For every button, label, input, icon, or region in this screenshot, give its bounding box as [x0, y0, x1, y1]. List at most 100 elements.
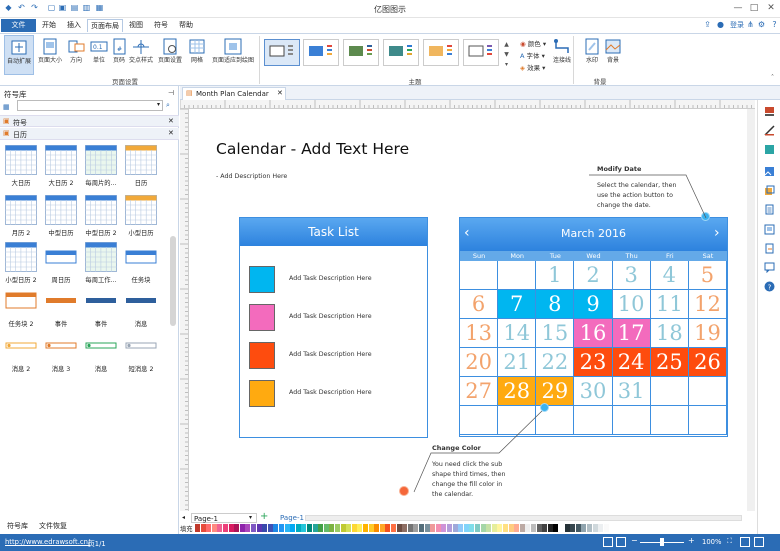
- document-tab[interactable]: ▤ Month Plan Calendar ✕: [182, 87, 286, 100]
- color-swatch[interactable]: [547, 524, 553, 532]
- image-tool-icon[interactable]: [764, 166, 775, 177]
- library-pin-icon[interactable]: ⊣: [168, 89, 174, 97]
- maximize-icon[interactable]: □: [747, 2, 761, 14]
- color-swatch[interactable]: [357, 524, 363, 532]
- color-swatch[interactable]: [441, 524, 447, 532]
- calendar-day-cell[interactable]: 17: [612, 319, 651, 348]
- color-swatch[interactable]: [211, 524, 217, 532]
- calendar-day-cell[interactable]: 2: [574, 261, 613, 290]
- color-swatch[interactable]: [363, 524, 368, 532]
- color-swatch[interactable]: [458, 524, 464, 532]
- theme-5[interactable]: [423, 39, 459, 66]
- task-list-item[interactable]: Add Task Description Here: [240, 266, 425, 293]
- minimize-icon[interactable]: —: [731, 2, 745, 14]
- color-swatch[interactable]: [452, 524, 458, 532]
- color-swatch[interactable]: [402, 524, 408, 532]
- color-swatch[interactable]: [430, 524, 436, 532]
- color-swatch[interactable]: [335, 524, 340, 532]
- calendar-day-cell[interactable]: [460, 261, 499, 290]
- color-swatch[interactable]: [340, 524, 346, 532]
- calendar-day-cell[interactable]: 21: [498, 348, 537, 377]
- calendar-day-cell[interactable]: 30: [574, 377, 613, 406]
- calendar-day-cell[interactable]: [498, 261, 537, 290]
- colors-dropdown[interactable]: ◉ 颜色 ▾: [520, 38, 546, 48]
- close-section-icon[interactable]: ✕: [168, 129, 174, 137]
- view-normal-icon[interactable]: [603, 537, 613, 547]
- symbol-item[interactable]: 月历 2: [1, 195, 41, 237]
- task-description[interactable]: Add Task Description Here: [289, 351, 372, 358]
- color-swatch[interactable]: [413, 524, 419, 532]
- color-swatch[interactable]: [379, 524, 385, 532]
- color-swatch[interactable]: [559, 524, 564, 532]
- task-list-item[interactable]: Add Task Description Here: [240, 380, 425, 407]
- color-swatch[interactable]: [295, 524, 301, 532]
- symbol-item[interactable]: 大日历 2: [41, 145, 81, 187]
- calendar-day-cell[interactable]: 22: [536, 348, 575, 377]
- calendar-day-cell[interactable]: 5: [688, 261, 728, 290]
- color-swatch[interactable]: [217, 524, 223, 532]
- color-swatch[interactable]: [475, 524, 480, 532]
- color-swatch[interactable]: [463, 524, 469, 532]
- theme-4[interactable]: [383, 39, 419, 66]
- calendar-day-cell[interactable]: 19: [688, 319, 728, 348]
- canvas-horizontal-scrollbar[interactable]: [305, 515, 742, 521]
- color-marker-handle[interactable]: [399, 486, 409, 496]
- zoom-out-icon[interactable]: −: [631, 536, 638, 545]
- task-list-item[interactable]: Add Task Description Here: [240, 304, 425, 331]
- color-swatch[interactable]: [385, 524, 391, 532]
- color-swatch[interactable]: [497, 524, 503, 532]
- calendar-day-cell[interactable]: 26: [688, 348, 728, 377]
- page-setup-button[interactable]: 页面设置: [155, 35, 185, 75]
- calendar-day-cell[interactable]: [650, 377, 689, 406]
- color-swatch[interactable]: [435, 524, 441, 532]
- calendar-day-cell[interactable]: [612, 406, 651, 435]
- color-swatch[interactable]: [267, 524, 273, 532]
- menu-file[interactable]: 文件: [1, 19, 36, 32]
- login-link[interactable]: 登录: [728, 19, 746, 32]
- zoom-in-icon[interactable]: +: [688, 536, 695, 545]
- fill-tool-icon[interactable]: [764, 106, 775, 117]
- color-swatch[interactable]: [284, 524, 290, 532]
- color-swatch[interactable]: [587, 524, 592, 532]
- color-swatch[interactable]: [480, 524, 486, 532]
- menu-home[interactable]: 开始: [37, 19, 61, 32]
- color-swatch[interactable]: [553, 524, 559, 532]
- calendar-day-cell[interactable]: 3: [612, 261, 651, 290]
- settings-gear-icon[interactable]: ⚙: [757, 20, 766, 29]
- calendar-day-cell[interactable]: 13: [460, 319, 499, 348]
- drawing-canvas[interactable]: Calendar - Add Text Here - Add Descripti…: [189, 109, 747, 511]
- symbol-item[interactable]: 每周工作...: [81, 242, 121, 284]
- task-color-swatch[interactable]: [249, 380, 275, 407]
- color-swatch[interactable]: [228, 524, 234, 532]
- color-swatch[interactable]: [391, 524, 396, 532]
- theme-scroll-up-icon[interactable]: ▲: [502, 40, 511, 49]
- symbol-item[interactable]: 任务块: [121, 242, 161, 284]
- calendar-day-cell[interactable]: 4: [650, 261, 689, 290]
- calendar-day-cell[interactable]: 16: [574, 319, 613, 348]
- symbol-item[interactable]: 任务块 2: [1, 286, 41, 328]
- layers-tool-icon[interactable]: [764, 185, 775, 196]
- symbol-item[interactable]: 中型日历: [41, 195, 81, 237]
- theme-2[interactable]: [303, 39, 339, 66]
- calendar-day-cell[interactable]: 24: [612, 348, 651, 377]
- symbol-item[interactable]: 消息: [121, 286, 161, 328]
- color-swatch[interactable]: [256, 524, 262, 532]
- symbol-item[interactable]: 每周片的...: [81, 145, 121, 187]
- auto-expand-button[interactable]: 自动扩展: [4, 35, 34, 75]
- page-nav-first-icon[interactable]: ◂: [182, 514, 185, 521]
- search-icon[interactable]: ⌕: [166, 101, 170, 110]
- color-swatch[interactable]: [374, 524, 380, 532]
- comment-tool-icon[interactable]: [764, 262, 775, 273]
- symbol-item[interactable]: 周日历: [41, 242, 81, 284]
- calendar-day-cell[interactable]: 20: [460, 348, 499, 377]
- menu-page-layout[interactable]: 页面布局: [87, 19, 123, 32]
- help-icon[interactable]: ?: [770, 20, 779, 29]
- close-section-icon[interactable]: ✕: [168, 117, 174, 125]
- effects-dropdown[interactable]: ◈ 效果 ▾: [520, 62, 545, 72]
- calendar-day-cell[interactable]: 6: [460, 290, 499, 319]
- page-tab[interactable]: Page-1: [280, 514, 304, 522]
- color-swatch[interactable]: [598, 524, 604, 532]
- menu-insert[interactable]: 插入: [62, 19, 86, 32]
- view-fullscreen-icon[interactable]: [616, 537, 626, 547]
- calendar-day-cell[interactable]: [688, 377, 728, 406]
